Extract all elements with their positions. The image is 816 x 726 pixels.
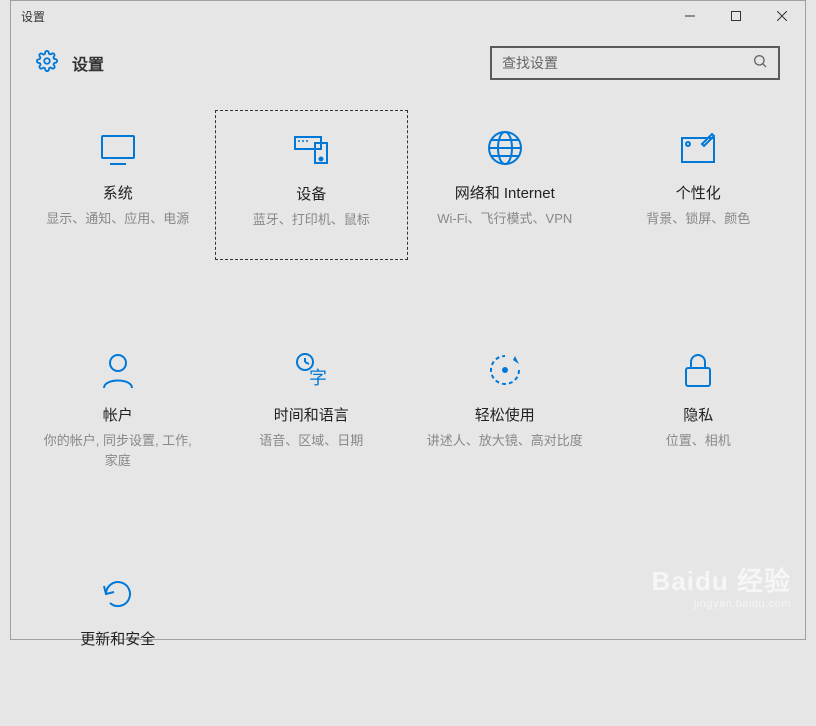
update-security-icon [98, 574, 138, 614]
tile-devices[interactable]: 设备 蓝牙、打印机、鼠标 [215, 110, 409, 260]
tile-desc: 背景、锁屏、颜色 [646, 209, 750, 229]
tile-title: 隐私 [683, 404, 713, 425]
tile-title: 系统 [103, 182, 133, 203]
gear-icon [36, 50, 58, 77]
titlebar: 设置 [11, 1, 805, 31]
tile-desc: Wi-Fi、飞行模式、VPN [437, 209, 572, 229]
tile-title: 帐户 [103, 404, 133, 425]
accounts-icon [98, 350, 138, 390]
tile-time-language[interactable]: 字 时间和语言 语音、区域、日期 [215, 332, 409, 484]
tile-title: 网络和 Internet [455, 182, 555, 203]
tile-desc: 显示、通知、应用、电源 [46, 209, 189, 229]
window-controls [667, 1, 805, 31]
tile-title: 个性化 [676, 182, 721, 203]
search-box[interactable] [490, 46, 780, 80]
tile-title: 时间和语言 [274, 404, 349, 425]
tile-accounts[interactable]: 帐户 你的帐户, 同步设置, 工作, 家庭 [21, 332, 215, 484]
tile-desc: 蓝牙、打印机、鼠标 [253, 210, 370, 230]
time-language-icon: 字 [291, 350, 331, 390]
ease-of-access-icon [485, 350, 525, 390]
search-input[interactable] [502, 55, 752, 71]
tile-system[interactable]: 系统 显示、通知、应用、电源 [21, 110, 215, 260]
maximize-button[interactable] [713, 1, 759, 31]
tile-network[interactable]: 网络和 Internet Wi-Fi、飞行模式、VPN [408, 110, 602, 260]
tile-privacy[interactable]: 隐私 位置、相机 [602, 332, 796, 484]
tile-desc: 位置、相机 [666, 431, 731, 451]
tile-update-security[interactable]: 更新和安全 [21, 556, 215, 706]
page-title: 设置 [72, 51, 104, 75]
close-button[interactable] [759, 1, 805, 31]
tile-personalization[interactable]: 个性化 背景、锁屏、颜色 [602, 110, 796, 260]
tile-desc: 讲述人、放大镜、高对比度 [427, 431, 583, 451]
system-icon [98, 128, 138, 168]
search-icon [752, 53, 768, 74]
tile-title: 更新和安全 [80, 628, 155, 649]
network-icon [485, 128, 525, 168]
header: 设置 [11, 31, 805, 90]
tile-title: 轻松使用 [475, 404, 535, 425]
tiles-grid: 系统 显示、通知、应用、电源 设备 蓝牙、打印机、鼠标 网络和 Internet… [11, 90, 805, 726]
tile-title: 设备 [296, 183, 326, 204]
minimize-button[interactable] [667, 1, 713, 31]
tile-desc: 语音、区域、日期 [259, 431, 363, 451]
header-left: 设置 [36, 50, 104, 77]
tile-ease-of-access[interactable]: 轻松使用 讲述人、放大镜、高对比度 [408, 332, 602, 484]
privacy-icon [678, 350, 718, 390]
svg-text:字: 字 [309, 368, 327, 388]
window-title: 设置 [21, 8, 45, 25]
tile-desc: 你的帐户, 同步设置, 工作, 家庭 [38, 431, 198, 470]
personalization-icon [678, 128, 718, 168]
devices-icon [291, 129, 331, 169]
settings-window: 设置 设置 [10, 0, 806, 640]
